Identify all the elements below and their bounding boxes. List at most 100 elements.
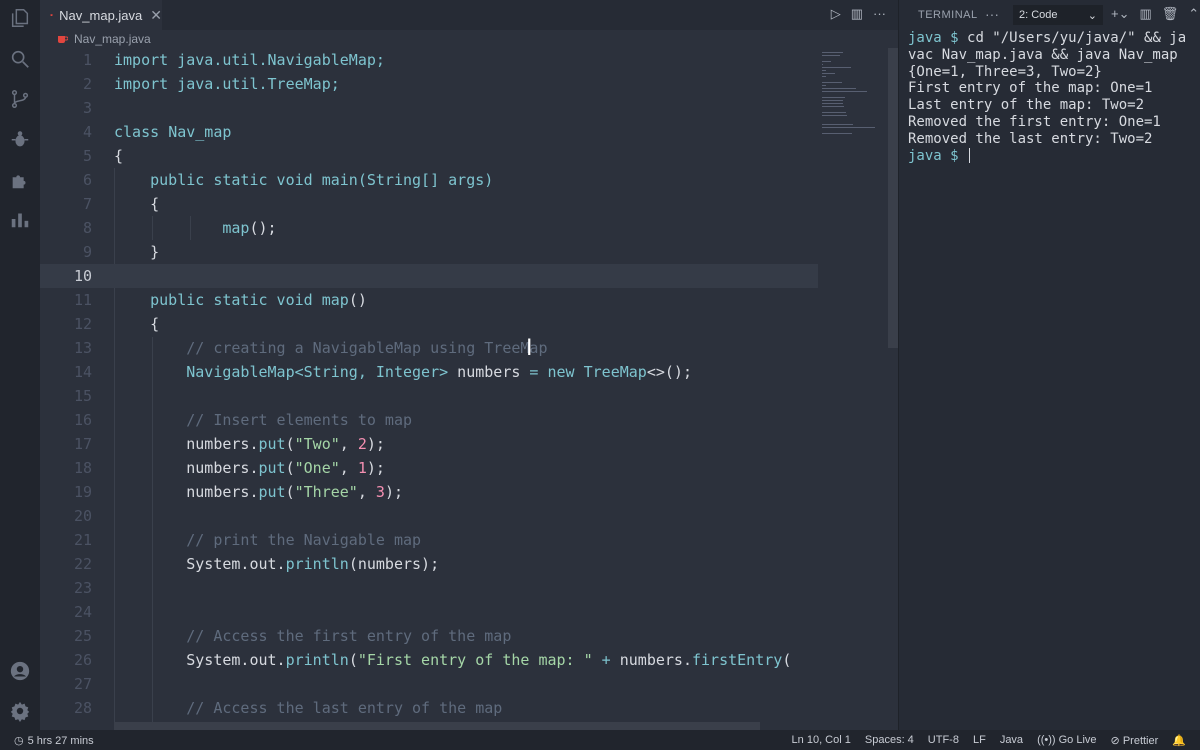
search-icon[interactable] [0,43,40,75]
code-line[interactable]: 1 import java.util.NavigableMap; [40,48,818,72]
terminal-more-icon[interactable]: ··· [985,6,999,22]
new-terminal-icon[interactable]: +⌄ [1111,6,1129,22]
code-token: (numbers); [348,555,440,573]
code-line[interactable]: 14 NavigableMap<String, Integer> numbers… [40,360,818,384]
code-line[interactable]: 19 numbers.put("Three", 3); [40,480,818,504]
java-file-icon [58,36,68,43]
code-token: // creating a NavigableMap using TreeMap [114,339,548,357]
status-indentation[interactable]: Spaces: 4 [865,734,914,747]
chevron-down-icon: ⌄ [1087,9,1097,22]
minimap-line [822,67,851,68]
explorer-icon[interactable] [0,2,40,34]
breadcrumb-file[interactable]: Nav_map.java [74,32,151,46]
debug-icon[interactable] [0,123,40,155]
code-token: (); [249,219,277,237]
line-number: 26 [73,651,92,669]
editor-actions: ▷ ▥ ··· [831,6,886,22]
code-text: System.out.println("First entry of the m… [114,648,791,672]
code-token: } [114,243,160,261]
source-control-icon[interactable] [0,83,40,115]
minimap-line [822,61,831,62]
code-line[interactable]: 22 System.out.println(numbers); [40,552,818,576]
status-eol[interactable]: LF [973,734,986,747]
code-line[interactable]: 27 [40,672,818,696]
status-cursor-position[interactable]: Ln 10, Col 1 [792,734,851,747]
code-line[interactable]: 25 // Access the first entry of the map [40,624,818,648]
go-live-button[interactable]: ((•)) Go Live [1037,734,1096,747]
extensions-icon[interactable] [0,164,40,196]
code-token: ( [285,483,295,501]
line-number: 8 [82,219,92,237]
code-token: <>(); [646,363,692,381]
run-icon[interactable]: ▷ [831,6,841,22]
code-line[interactable]: 3 [40,96,818,120]
code-line[interactable]: 20 [40,504,818,528]
line-number: 16 [73,411,92,429]
code-line[interactable]: 24 [40,600,818,624]
code-line[interactable]: 8 map(); [40,216,818,240]
status-encoding[interactable]: UTF-8 [928,734,959,747]
line-number: 1 [82,51,92,69]
terminal-title[interactable]: TERMINAL [918,9,978,21]
code-token: , [339,459,358,477]
code-line[interactable]: 12 { [40,312,818,336]
more-actions-icon[interactable]: ··· [873,6,886,22]
terminal-line: {One=1, Three=3, Two=2} [908,64,1194,81]
split-terminal-icon[interactable]: ▥ [1139,6,1151,22]
vertical-scrollbar[interactable] [888,48,898,348]
code-line[interactable]: 7 { [40,192,818,216]
code-token: firstEntry [692,651,783,669]
code-line[interactable]: 9 } [40,240,818,264]
code-line[interactable]: 21 // print the Navigable map [40,528,818,552]
stats-icon[interactable] [0,203,40,235]
minimap-line [822,100,843,101]
code-token: println [285,651,349,669]
account-icon[interactable] [0,655,40,687]
terminal-output[interactable]: java $ cd "/Users/yu/java/" && javac Nav… [908,30,1194,164]
mouse-ibeam-cursor: I [526,336,533,361]
settings-gear-icon[interactable] [0,695,40,727]
code-line[interactable]: 10 [40,264,818,288]
code-token: java.util.NavigableMap; [177,51,385,69]
status-language[interactable]: Java [1000,734,1023,747]
code-text: class Nav_map [114,120,231,144]
maximize-panel-icon[interactable]: ⌃ [1188,6,1199,22]
code-line[interactable]: 13 // creating a NavigableMap using Tree… [40,336,818,360]
code-line[interactable]: 23 [40,576,818,600]
tab-nav-map-java[interactable]: Nav_map.java ✕ [40,0,162,30]
terminal-shell-select[interactable]: 2: Code ⌄ [1013,5,1103,25]
java-file-icon [50,14,54,17]
code-line[interactable]: 11 public static void map() [40,288,818,312]
minimap[interactable] [818,48,888,348]
line-number: 11 [73,291,92,309]
code-line[interactable]: 16 // Insert elements to map [40,408,818,432]
code-line[interactable]: 6 public static void main(String[] args) [40,168,818,192]
code-line[interactable]: 4 class Nav_map [40,120,818,144]
horizontal-scrollbar[interactable] [114,722,760,730]
activity-bar [0,0,40,730]
code-token: put [258,459,286,477]
line-number: 15 [73,387,92,405]
code-line[interactable]: 17 numbers.put("Two", 2); [40,432,818,456]
tab-close-icon[interactable]: ✕ [150,7,162,24]
code-token: // print the Navigable map [114,531,422,549]
line-number: 22 [73,555,92,573]
line-number: 25 [73,627,92,645]
code-token: put [258,435,286,453]
code-line[interactable]: 28 // Access the last entry of the map [40,696,818,720]
code-line[interactable]: 5{ [40,144,818,168]
split-editor-icon[interactable]: ▥ [851,6,863,22]
prettier-button[interactable]: ⊘ Prettier [1111,734,1159,747]
code-line[interactable]: 26 System.out.println("First entry of th… [40,648,818,672]
terminal-line: Removed the first entry: One=1 [908,114,1194,131]
trash-icon[interactable]: 🗑 [1162,6,1179,22]
code-token: "Three" [294,483,358,501]
code-line[interactable]: 18 numbers.put("One", 1); [40,456,818,480]
notifications-bell-icon[interactable]: 🔔 [1172,734,1186,747]
code-line[interactable]: 2 import java.util.TreeMap; [40,72,818,96]
code-line[interactable]: 15 [40,384,818,408]
status-time[interactable]: 5 hrs 27 mins [28,735,94,747]
code-editor[interactable]: 1 import java.util.NavigableMap; 2 import j… [40,48,818,730]
line-number: 5 [82,147,92,165]
tab-label: Nav_map.java [59,7,143,23]
